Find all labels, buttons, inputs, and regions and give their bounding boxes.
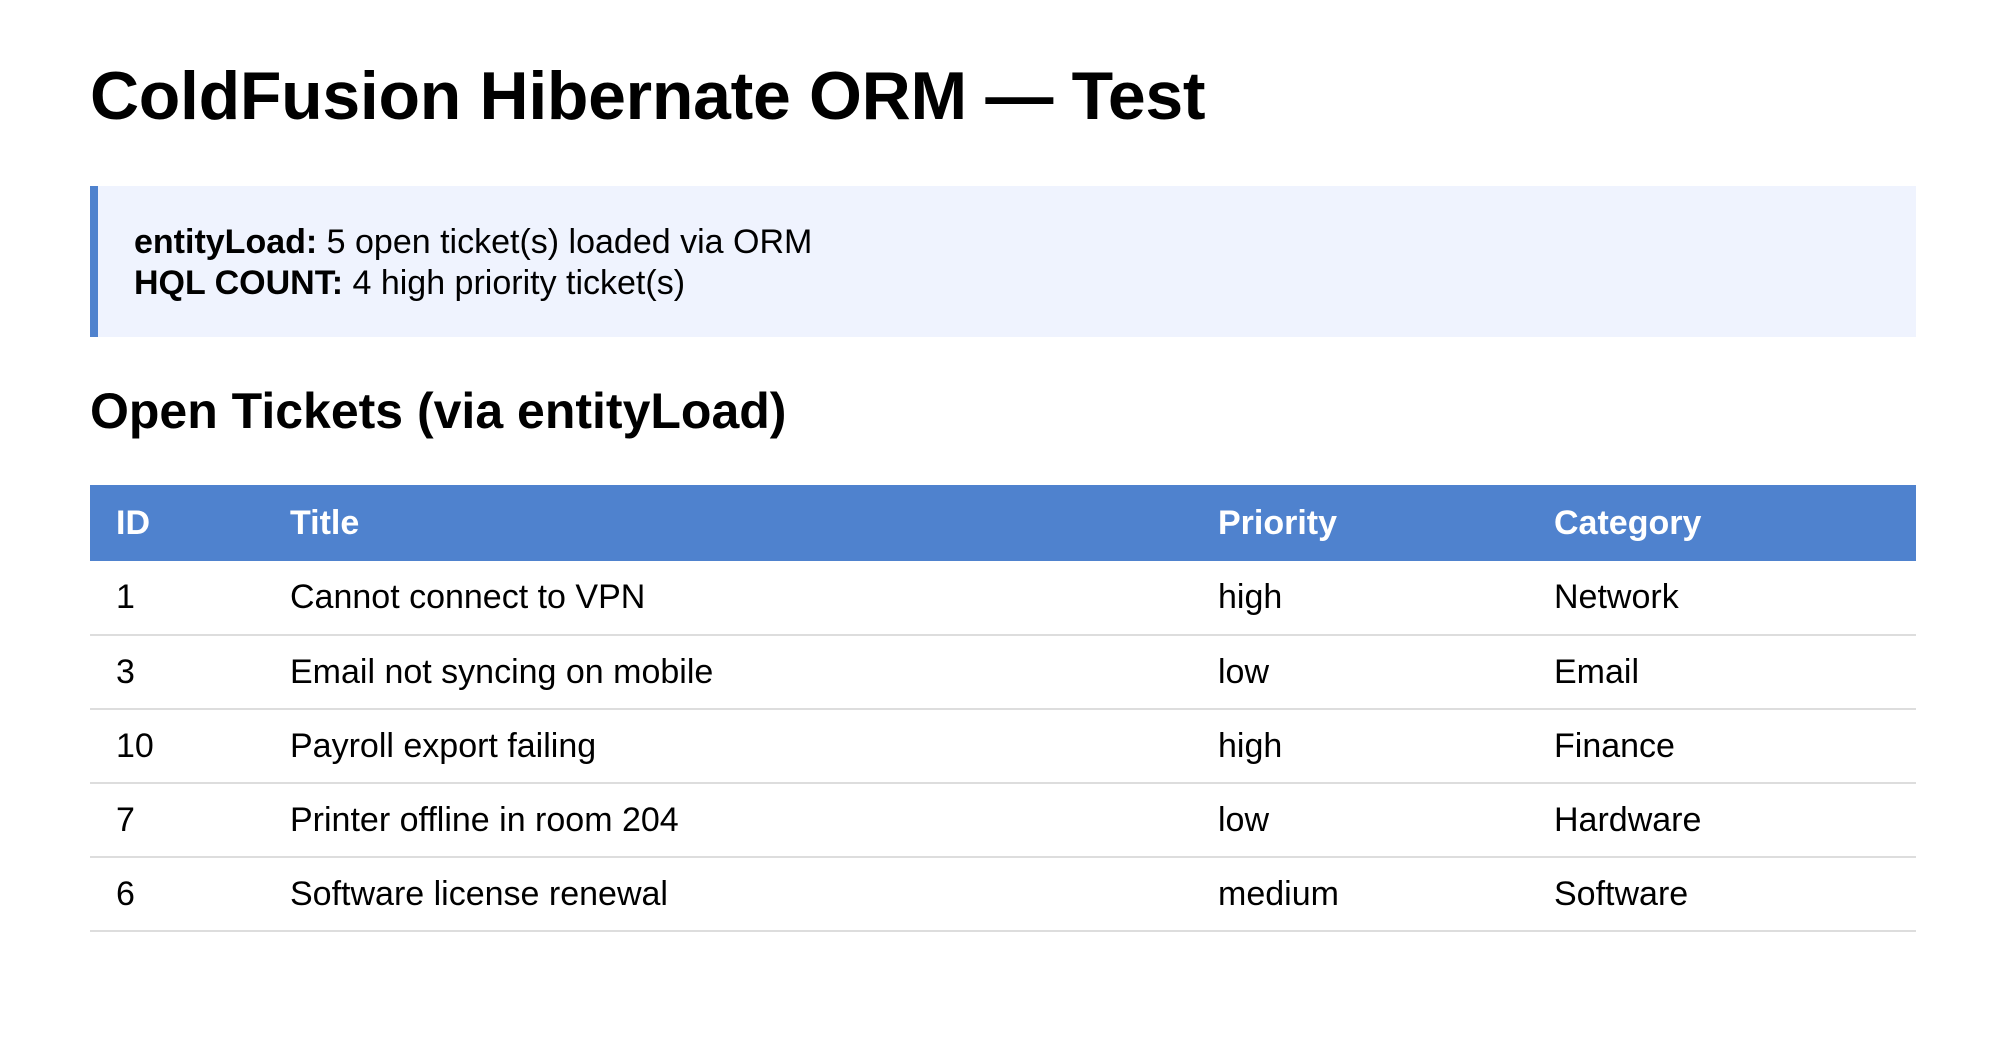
cell-category: Hardware	[1528, 783, 1916, 858]
cell-priority: high	[1192, 561, 1528, 636]
table-row: 7 Printer offline in room 204 low Hardwa…	[90, 783, 1916, 858]
cell-id: 3	[90, 635, 264, 710]
table-row: 3 Email not syncing on mobile low Email	[90, 635, 1916, 710]
column-header-id: ID	[90, 485, 264, 561]
cell-id: 10	[90, 709, 264, 784]
cell-title: Cannot connect to VPN	[264, 561, 1192, 636]
page-title: ColdFusion Hibernate ORM — Test	[90, 58, 1206, 134]
orm-result-box: entityLoad: 5 open ticket(s) loaded via …	[90, 186, 1916, 337]
table-header-row: ID Title Priority Category	[90, 485, 1916, 561]
cell-id: 1	[90, 561, 264, 636]
column-header-category: Category	[1528, 485, 1916, 561]
cell-title: Payroll export failing	[264, 709, 1192, 784]
table-row: 1 Cannot connect to VPN high Network	[90, 561, 1916, 636]
cell-title: Email not syncing on mobile	[264, 635, 1192, 710]
cell-category: Software	[1528, 857, 1916, 932]
cell-id: 7	[90, 783, 264, 858]
cell-id: 6	[90, 857, 264, 932]
entity-load-label: entityLoad:	[134, 223, 318, 261]
cell-category: Network	[1528, 561, 1916, 636]
hql-count-label: HQL COUNT:	[134, 264, 344, 302]
page-content: ColdFusion Hibernate ORM — Test entityLo…	[90, 0, 1916, 932]
cell-priority: low	[1192, 635, 1528, 710]
cell-priority: medium	[1192, 857, 1528, 932]
table-row: 6 Software license renewal medium Softwa…	[90, 857, 1916, 932]
entity-load-result: entityLoad: 5 open ticket(s) loaded via …	[134, 222, 1916, 263]
cell-priority: low	[1192, 783, 1528, 858]
entity-load-text: 5 open ticket(s) loaded via ORM	[317, 223, 813, 261]
hql-count-result: HQL COUNT: 4 high priority ticket(s)	[134, 263, 1916, 304]
section-title: Open Tickets (via entityLoad)	[90, 383, 787, 439]
column-header-priority: Priority	[1192, 485, 1528, 561]
cell-category: Finance	[1528, 709, 1916, 784]
cell-priority: high	[1192, 709, 1528, 784]
cell-title: Printer offline in room 204	[264, 783, 1192, 858]
cell-title: Software license renewal	[264, 857, 1192, 932]
column-header-title: Title	[264, 485, 1192, 561]
cell-category: Email	[1528, 635, 1916, 710]
hql-count-text: 4 high priority ticket(s)	[343, 264, 686, 302]
table-row: 10 Payroll export failing high Finance	[90, 709, 1916, 784]
tickets-table: ID Title Priority Category 1 Cannot conn…	[90, 485, 1916, 932]
